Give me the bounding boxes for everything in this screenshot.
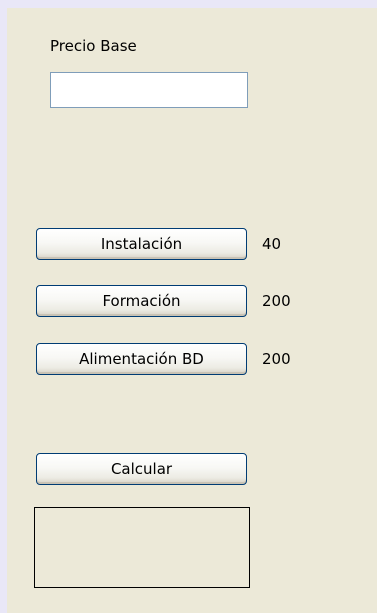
result-output-box [34, 507, 250, 588]
precio-base-input[interactable] [50, 72, 248, 108]
alimentacion-bd-button[interactable]: Alimentación BD [36, 343, 247, 375]
instalacion-value: 40 [262, 235, 282, 253]
precio-base-label: Precio Base [50, 37, 137, 55]
formacion-button[interactable]: Formación [36, 285, 247, 317]
calcular-button[interactable]: Calcular [36, 453, 247, 485]
formacion-value: 200 [262, 292, 291, 310]
window-frame: Precio Base Instalación 40 Formación 200… [0, 0, 377, 613]
instalacion-button[interactable]: Instalación [36, 228, 247, 260]
alimentacion-bd-value: 200 [262, 350, 291, 368]
